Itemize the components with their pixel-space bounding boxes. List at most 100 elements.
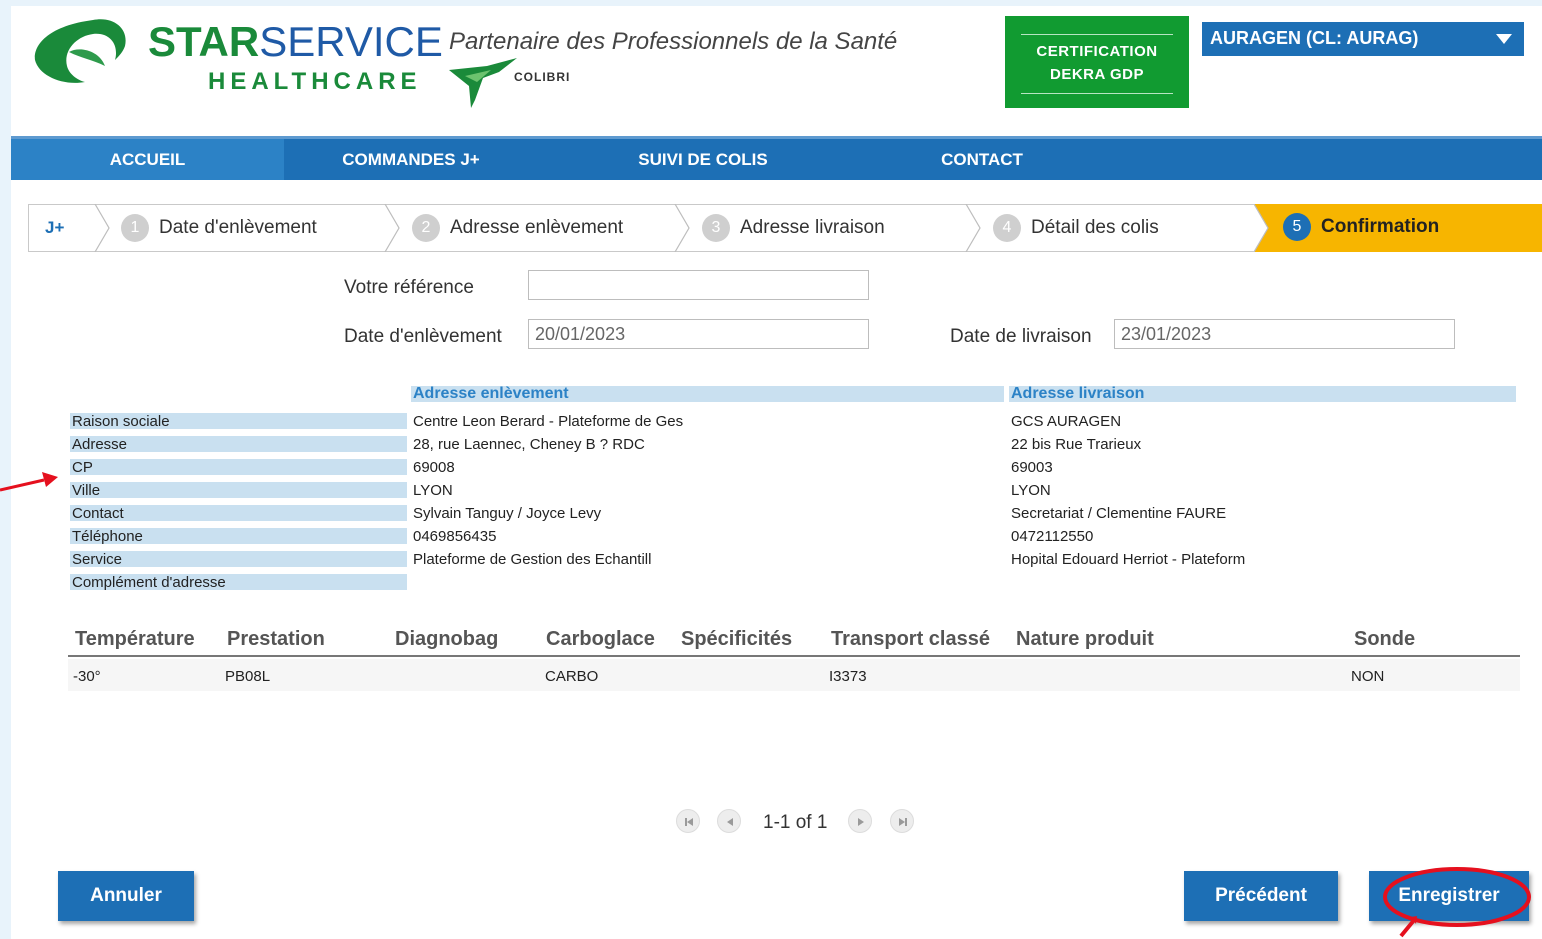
- step-confirmation-active[interactable]: 5 Confirmation: [1254, 204, 1542, 252]
- delivery-address-value: GCS AURAGEN: [1011, 413, 1122, 430]
- pickup-address-value: Sylvain Tanguy / Joyce Levy: [413, 505, 602, 522]
- main-nav: ACCUEIL COMMANDES J+ SUIVI DE COLIS CONT…: [11, 136, 1542, 180]
- nav-item-commandes[interactable]: COMMANDES J+: [311, 139, 511, 180]
- delivery-date-input[interactable]: [1114, 319, 1455, 349]
- nav-item-contact[interactable]: CONTACT: [911, 139, 1053, 180]
- address-row-label: Contact: [70, 505, 407, 522]
- table-header-nature-produit[interactable]: Nature produit: [1016, 628, 1154, 651]
- address-row-label: CP: [70, 459, 407, 476]
- brand-tagline: Partenaire des Professionnels de la Sant…: [449, 28, 898, 55]
- table-cell-temperature: -30°: [73, 668, 101, 685]
- step-label: Détail des colis: [1031, 217, 1159, 238]
- chevron-left-icon: [727, 818, 733, 826]
- address-row-label: Ville: [70, 482, 407, 499]
- pickup-date-label: Date d'enlèvement: [344, 326, 502, 347]
- brand-name: STARSERVICE: [148, 20, 443, 64]
- address-row-label: Service: [70, 551, 407, 568]
- delivery-address-header: Adresse livraison: [1009, 386, 1516, 402]
- table-header-specificites[interactable]: Spécificités: [681, 628, 792, 651]
- table-cell-transport-classe: I3373: [829, 668, 867, 685]
- table-header-diagnobag[interactable]: Diagnobag: [395, 628, 498, 651]
- step-label: Date d'enlèvement: [159, 217, 317, 238]
- page: STARSERVICE HEALTHCARE Partenaire des Pr…: [11, 6, 1542, 939]
- pager-first-button[interactable]: [676, 809, 700, 833]
- cert-divider-top: [1021, 34, 1173, 35]
- table-cell-sonde: NON: [1351, 668, 1385, 685]
- table-header-divider: [68, 655, 1520, 657]
- brand-star: STAR: [148, 18, 260, 65]
- delivery-address-value: 69003: [1011, 459, 1053, 476]
- address-row-label: Téléphone: [70, 528, 407, 545]
- skip-last-icon: [899, 818, 907, 826]
- address-row-label: Raison sociale: [70, 413, 407, 430]
- pager-last-button[interactable]: [890, 809, 914, 833]
- table-header-temperature[interactable]: Température: [75, 628, 195, 651]
- chevron-down-icon: [1496, 34, 1512, 44]
- pager-prev-button[interactable]: [717, 809, 741, 833]
- step-label: Adresse enlèvement: [450, 217, 624, 238]
- delivery-address-value: Secretariat / Clementine FAURE: [1011, 505, 1227, 522]
- colibri-bird-icon: [449, 58, 517, 108]
- certification-badge: CERTIFICATION DEKRA GDP: [1005, 16, 1189, 108]
- account-select-value: AURAGEN (CL: AURAG): [1210, 28, 1419, 48]
- delivery-address-value: Hopital Edouard Herriot - Plateform: [1011, 551, 1246, 568]
- address-row-label: Adresse: [70, 436, 407, 453]
- table-header-transport-classe[interactable]: Transport classé: [831, 628, 990, 651]
- nav-item-suivi-colis[interactable]: SUIVI DE COLIS: [603, 139, 803, 180]
- reference-label: Votre référence: [344, 277, 474, 298]
- cert-line2: DEKRA GDP: [1050, 66, 1144, 83]
- table-cell-prestation: PB08L: [225, 668, 271, 685]
- pickup-address-value: Centre Leon Berard - Plateforme de Ges: [413, 413, 684, 430]
- cancel-button[interactable]: Annuler: [58, 871, 194, 921]
- pickup-address-value: 28, rue Laennec, Cheney B ? RDC: [413, 436, 645, 453]
- pager-next-button[interactable]: [848, 809, 872, 833]
- nav-item-accueil[interactable]: ACCUEIL: [11, 139, 284, 180]
- step-separator: [965, 204, 981, 252]
- pickup-address-value: 69008: [413, 459, 455, 476]
- pager-status: 1-1 of 1: [763, 812, 828, 833]
- step-number: 5: [1283, 212, 1311, 241]
- step-number: 4: [993, 213, 1021, 242]
- table-cell-carboglace: CARBO: [545, 668, 599, 685]
- table-header-sonde[interactable]: Sonde: [1354, 628, 1415, 651]
- step-detail-colis[interactable]: 4 Détail des colis: [993, 205, 1159, 251]
- step-separator: [674, 204, 690, 252]
- skip-first-icon: [685, 818, 693, 826]
- brand-service: SERVICE: [259, 18, 443, 65]
- table-row[interactable]: [68, 659, 1520, 691]
- account-select[interactable]: AURAGEN (CL: AURAG): [1202, 22, 1524, 56]
- step-separator: [384, 204, 400, 252]
- step-adresse-enlevement[interactable]: 2 Adresse enlèvement: [412, 205, 623, 251]
- step-separator: [1254, 204, 1269, 252]
- cert-divider-bottom: [1021, 93, 1173, 94]
- table-header-prestation[interactable]: Prestation: [227, 628, 325, 651]
- delivery-address-value: 0472112550: [1011, 528, 1094, 545]
- step-separator: [94, 204, 110, 252]
- pickup-address-value: LYON: [413, 482, 453, 499]
- step-number: 2: [412, 213, 440, 242]
- step-number: 1: [121, 213, 149, 242]
- previous-button[interactable]: Précédent: [1184, 871, 1338, 921]
- starservice-swoosh-logo-icon: [34, 19, 126, 83]
- colibri-label: COLIBRI: [514, 70, 571, 84]
- step-date-enlevement[interactable]: 1 Date d'enlèvement: [121, 205, 317, 251]
- step-label: Confirmation: [1321, 216, 1440, 237]
- delivery-address-value: 22 bis Rue Trarieux: [1011, 436, 1142, 453]
- step-label: Adresse livraison: [740, 217, 885, 238]
- pickup-date-input[interactable]: [528, 319, 869, 349]
- reference-input[interactable]: [528, 270, 869, 300]
- delivery-address-value: LYON: [1011, 482, 1051, 499]
- step-number: 3: [702, 213, 730, 242]
- brand-healthcare: HEALTHCARE: [208, 68, 422, 95]
- pickup-address-header: Adresse enlèvement: [411, 386, 1004, 402]
- step-adresse-livraison[interactable]: 3 Adresse livraison: [702, 205, 885, 251]
- pickup-address-value: Plateforme de Gestion des Echantill: [413, 551, 652, 568]
- order-stepper: J+ 1 Date d'enlèvement 2 Adresse enlèvemen…: [28, 204, 1542, 252]
- cert-line1: CERTIFICATION: [1036, 43, 1158, 60]
- chevron-right-icon: [858, 818, 864, 826]
- save-button[interactable]: Enregistrer: [1369, 871, 1529, 921]
- step-start[interactable]: J+: [45, 205, 64, 251]
- pickup-address-value: 0469856435: [413, 528, 497, 545]
- address-row-label: Complément d'adresse: [70, 574, 407, 591]
- table-header-carboglace[interactable]: Carboglace: [546, 628, 655, 651]
